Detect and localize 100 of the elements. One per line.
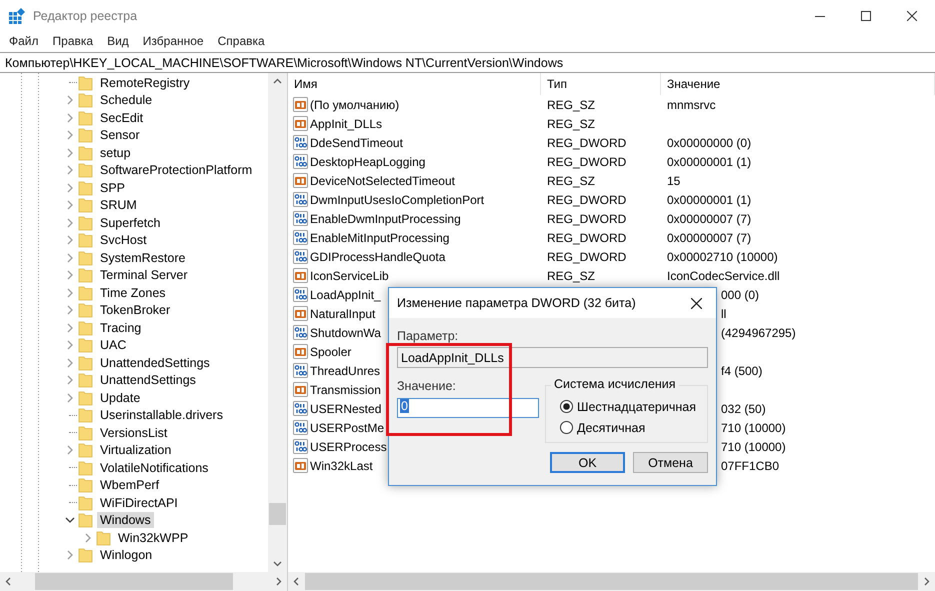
tree-item[interactable]: SvcHost — [97, 232, 150, 248]
value-data: 032 (50) — [721, 402, 766, 416]
tree-item[interactable]: UnattendedSettings — [97, 354, 213, 371]
tree-item[interactable]: Userinstallable.drivers — [97, 407, 226, 424]
string-value-icon — [293, 458, 308, 473]
column-header[interactable]: Тип — [541, 73, 661, 95]
string-value-icon — [293, 382, 308, 397]
value-name[interactable]: Spooler — [310, 344, 352, 358]
menu-item[interactable]: Правка — [46, 34, 100, 48]
tree-item[interactable]: Tracing — [97, 320, 144, 336]
column-header[interactable]: Имя — [288, 73, 541, 95]
value-data: ll — [721, 306, 726, 320]
value-name[interactable]: ShutdownWa — [310, 326, 381, 340]
value-name[interactable]: USERProcess — [310, 440, 387, 454]
tree-item[interactable]: Time Zones — [97, 284, 169, 301]
menu-item[interactable]: Избранное — [136, 34, 211, 48]
value-name[interactable]: NaturalInput — [310, 306, 376, 320]
value-type: REG_DWORD — [547, 212, 626, 226]
value-type: REG_SZ — [547, 268, 596, 282]
folder-icon — [78, 232, 93, 248]
value-name[interactable]: EnableMitInputProcessing — [310, 230, 450, 244]
value-input-field[interactable]: 0 — [397, 398, 539, 418]
tree-item[interactable]: Sensor — [97, 127, 143, 144]
value-name[interactable]: USERNested — [310, 402, 382, 416]
value-data: f4 (500) — [721, 364, 762, 378]
scroll-right-icon[interactable] — [922, 577, 931, 586]
tree-item[interactable]: Winlogon — [97, 547, 156, 564]
tree-item[interactable]: setup — [97, 144, 134, 161]
value-name[interactable]: Win32kLast — [310, 458, 373, 472]
dialog-button[interactable]: Отмена — [633, 452, 708, 473]
horizontal-scrollbar[interactable] — [0, 572, 287, 591]
tree-item[interactable]: Update — [97, 390, 144, 406]
folder-icon — [78, 407, 93, 424]
binary-value-icon — [293, 249, 308, 264]
dialog-button[interactable]: OK — [550, 452, 625, 473]
scroll-right-icon[interactable] — [274, 577, 283, 586]
column-header[interactable]: Значение — [661, 73, 935, 95]
menu-item[interactable]: Файл — [2, 34, 46, 48]
value-name[interactable]: DwmInputUsesIoCompletionPort — [310, 192, 484, 206]
scroll-thumb[interactable] — [305, 573, 918, 590]
scroll-left-icon[interactable] — [292, 577, 301, 586]
value-name[interactable]: LoadAppInit_ — [310, 288, 381, 302]
tree-item[interactable]: UnattendSettings — [97, 372, 199, 388]
scroll-down-icon[interactable] — [273, 559, 282, 568]
folder-icon — [78, 442, 93, 458]
radio-option[interactable]: Шестнадцатеричная — [560, 396, 696, 417]
tree-item[interactable]: SystemRestore — [97, 250, 188, 266]
vertical-scrollbar[interactable] — [268, 73, 287, 572]
tree-item[interactable]: Schedule — [97, 92, 156, 108]
tree-item[interactable]: Terminal Server — [97, 267, 191, 284]
radio-option[interactable]: Десятичная — [560, 417, 646, 438]
tree-item[interactable]: WiFiDirectAPI — [97, 494, 181, 511]
tree-item[interactable]: SecEdit — [97, 110, 146, 126]
tree-item[interactable]: SRUM — [97, 197, 140, 214]
folder-icon — [78, 162, 93, 178]
maximize-icon — [861, 11, 871, 21]
folder-icon — [78, 144, 93, 161]
tree-item[interactable]: SPP — [97, 180, 128, 196]
folder-icon — [78, 372, 93, 388]
tree-item[interactable]: RemoteRegistry — [97, 74, 193, 91]
value-name[interactable]: ThreadUnres — [310, 364, 380, 378]
tree-item[interactable]: Superfetch — [97, 214, 164, 231]
value-name[interactable]: (По умолчанию) — [310, 98, 400, 112]
value-name[interactable]: DeviceNotSelectedTimeout — [310, 174, 455, 188]
value-name[interactable]: DdeSendTimeout — [310, 136, 403, 150]
address-bar[interactable]: Компьютер\HKEY_LOCAL_MACHINE\SOFTWARE\Microsoft\Windows NT\CurrentVersion\Windows — [0, 52, 935, 73]
scroll-thumb[interactable] — [35, 573, 233, 590]
value-data: 0x00000001 (1) — [667, 154, 752, 168]
tree-item[interactable]: VolatileNotifications — [97, 460, 212, 476]
value-name[interactable]: AppInit_DLLs — [310, 116, 382, 130]
tree-item[interactable]: WbemPerf — [97, 477, 162, 494]
value-name[interactable]: IconServiceLib — [310, 268, 389, 282]
scroll-thumb[interactable] — [269, 503, 286, 525]
value-name[interactable]: USERPostMe — [310, 420, 384, 434]
horizontal-scrollbar[interactable] — [288, 572, 935, 591]
folder-icon — [78, 390, 93, 406]
tree-item[interactable]: VersionsList — [97, 424, 170, 441]
tree-item[interactable]: TokenBroker — [97, 302, 174, 318]
value-name[interactable]: Transmission — [310, 382, 381, 396]
folder-icon — [78, 477, 93, 494]
value-name[interactable]: GDIProcessHandleQuota — [310, 250, 446, 264]
menu-item[interactable]: Справка — [210, 34, 272, 48]
tree-item[interactable]: Virtualization — [97, 442, 174, 458]
tree-item[interactable]: Win32kWPP — [115, 530, 192, 546]
folder-icon — [78, 354, 93, 371]
tree-item[interactable]: SoftwareProtectionPlatform — [97, 162, 256, 178]
tree-item[interactable]: Windows — [97, 512, 154, 528]
parameter-name-field[interactable]: LoadAppInit_DLLs — [397, 347, 708, 368]
tree-item[interactable]: UAC — [97, 337, 130, 354]
menu-item[interactable]: Вид — [100, 34, 136, 48]
value-name[interactable]: DesktopHeapLogging — [310, 154, 426, 168]
scroll-left-icon[interactable] — [4, 577, 13, 586]
binary-value-icon — [293, 154, 308, 169]
window-title: Редактор реестра — [33, 9, 138, 23]
value-data: (4294967295) — [721, 326, 796, 340]
folder-icon — [78, 110, 93, 126]
value-name[interactable]: EnableDwmInputProcessing — [310, 212, 461, 226]
folder-icon — [78, 547, 93, 564]
scroll-up-icon[interactable] — [273, 77, 282, 86]
binary-value-icon — [293, 439, 308, 454]
